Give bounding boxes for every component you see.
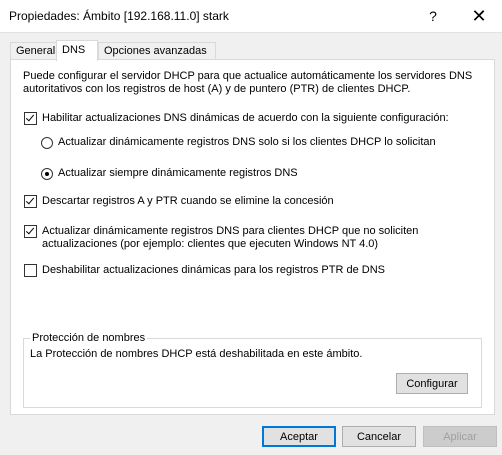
cancel-button[interactable]: Cancelar: [342, 426, 416, 447]
apply-button[interactable]: Aplicar: [423, 426, 497, 447]
update-non-requesting-checkbox[interactable]: [24, 225, 37, 238]
name-protection-group: Protección de nombres La Protección de n…: [23, 332, 482, 408]
tab-general[interactable]: General: [10, 42, 57, 60]
window-title: Propiedades: Ámbito [192.168.11.0] stark: [9, 9, 229, 23]
enable-dns-updates-checkbox[interactable]: [24, 112, 37, 125]
always-update-label[interactable]: Actualizar siempre dinámicamente registr…: [58, 167, 298, 180]
dns-tab-panel: Puede configurar el servidor DHCP para q…: [10, 59, 495, 415]
tab-dns[interactable]: DNS: [56, 40, 98, 61]
update-on-request-label[interactable]: Actualizar dinámicamente registros DNS s…: [58, 136, 436, 149]
tab-advanced-options[interactable]: Opciones avanzadas: [98, 42, 216, 60]
disable-ptr-updates-label[interactable]: Deshabilitar actualizaciones dinámicas p…: [42, 264, 385, 277]
configure-button[interactable]: Configurar: [396, 373, 468, 394]
enable-dns-updates-label[interactable]: Habilitar actualizaciones DNS dinámicas …: [42, 112, 449, 125]
help-button[interactable]: ?: [410, 0, 456, 32]
title-bar: Propiedades: Ámbito [192.168.11.0] stark…: [0, 0, 502, 33]
update-non-requesting-label[interactable]: Actualizar dinámicamente registros DNS p…: [42, 225, 432, 251]
update-on-request-radio[interactable]: [41, 137, 53, 149]
always-update-radio[interactable]: [41, 168, 53, 180]
dns-description: Puede configurar el servidor DHCP para q…: [23, 70, 473, 95]
name-protection-title: Protección de nombres: [30, 332, 148, 344]
discard-records-label[interactable]: Descartar registros A y PTR cuando se el…: [42, 195, 334, 208]
name-protection-status: La Protección de nombres DHCP está desha…: [30, 348, 363, 360]
ok-button[interactable]: Aceptar: [262, 426, 336, 447]
close-button[interactable]: ✕: [456, 0, 502, 32]
disable-ptr-updates-checkbox[interactable]: [24, 264, 37, 277]
discard-records-checkbox[interactable]: [24, 195, 37, 208]
